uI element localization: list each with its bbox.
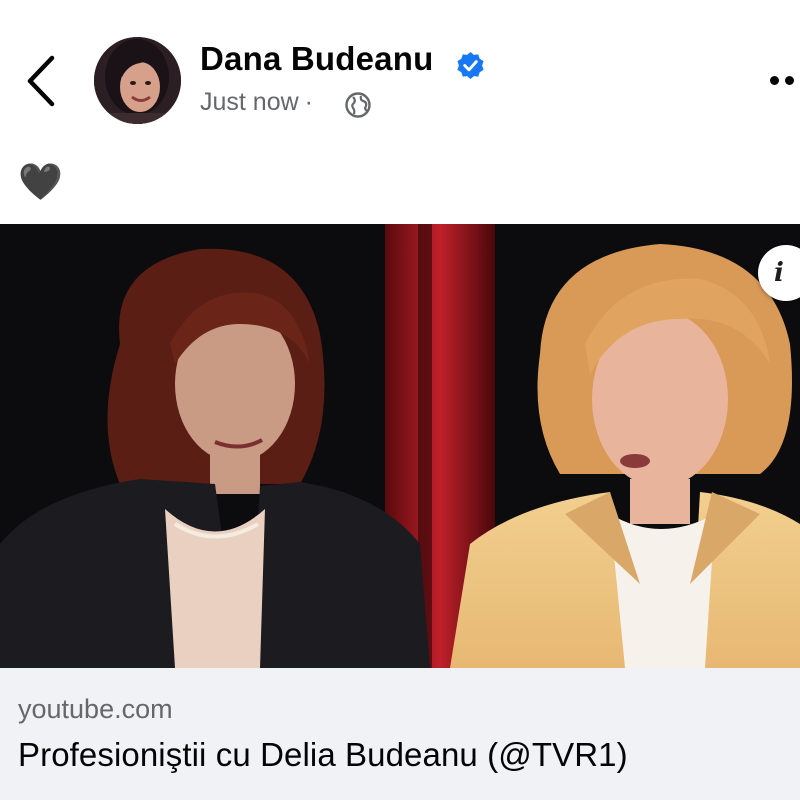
link-domain: youtube.com — [18, 694, 173, 724]
timestamp[interactable]: Just now — [200, 88, 299, 116]
link-title[interactable]: Profesioniştii cu Delia Budeanu (@TVR1) — [18, 736, 628, 774]
more-dots-icon — [770, 76, 779, 85]
back-button[interactable] — [18, 50, 68, 110]
more-options-button[interactable] — [768, 72, 800, 92]
post-header: Dana Budeanu Just now · — [0, 0, 800, 150]
chevron-left-icon — [27, 55, 55, 107]
video-thumbnail — [0, 224, 800, 668]
verified-badge-icon — [457, 51, 484, 80]
author-name[interactable]: Dana Budeanu — [200, 40, 433, 78]
post-meta: Just now · — [200, 88, 319, 117]
link-preview-footer[interactable] — [0, 668, 800, 800]
link-preview-image[interactable] — [0, 224, 800, 668]
meta-separator: · — [304, 88, 313, 116]
avatar[interactable] — [94, 37, 181, 124]
post-text: 🖤 — [18, 161, 63, 202]
info-icon: i — [774, 258, 784, 288]
globe-icon — [345, 92, 371, 118]
